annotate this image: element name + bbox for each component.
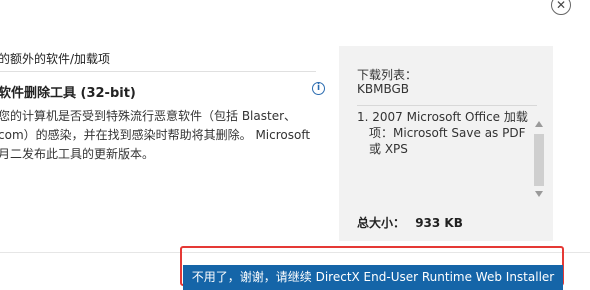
product-description: 您的计算机是否受到特殊流行恶意软件（包括 Blaster、 com）的感染，并在… <box>0 107 310 164</box>
total-size-value: 933 KB <box>415 216 463 230</box>
scroll-up-arrow-icon[interactable] <box>535 121 543 127</box>
scrollbar-thumb[interactable] <box>534 134 544 186</box>
panel-divider <box>357 105 537 106</box>
download-list-item: 1. 2007 Microsoft Office 加载 项：Microsoft … <box>357 109 532 157</box>
total-size-label: 总大小： <box>357 216 406 230</box>
continue-without-download-button[interactable]: 不用了，谢谢，请继续 DirectX End-User Runtime Web … <box>183 265 563 290</box>
description-line: 月二发布此工具的更新版本。 <box>0 147 155 161</box>
description-line: com）的感染，并在找到感染时帮助将其删除。 Microsoft <box>0 128 311 142</box>
download-item-line: 项：Microsoft Save as PDF <box>369 126 526 140</box>
product-title: 软件删除工具 (32-bit) <box>0 86 136 101</box>
close-button[interactable]: ✕ <box>551 0 571 15</box>
download-item-line: 1. 2007 Microsoft Office 加载 <box>357 110 528 124</box>
section-text: 的额外的软件/加载项 <box>0 52 111 66</box>
download-list-panel: 下载列表： KBMBGB 1. 2007 Microsoft Office 加载… <box>339 46 553 241</box>
info-icon[interactable]: i <box>312 82 325 95</box>
download-list-code: KBMBGB <box>357 82 410 96</box>
divider <box>0 71 316 72</box>
download-item-line: 或 XPS <box>369 142 408 156</box>
download-list-label: 下载列表： <box>357 68 418 82</box>
description-line: 您的计算机是否受到特殊流行恶意软件（包括 Blaster、 <box>0 109 297 123</box>
total-size: 总大小： 933 KB <box>357 214 463 231</box>
scroll-down-arrow-icon[interactable] <box>535 191 543 197</box>
